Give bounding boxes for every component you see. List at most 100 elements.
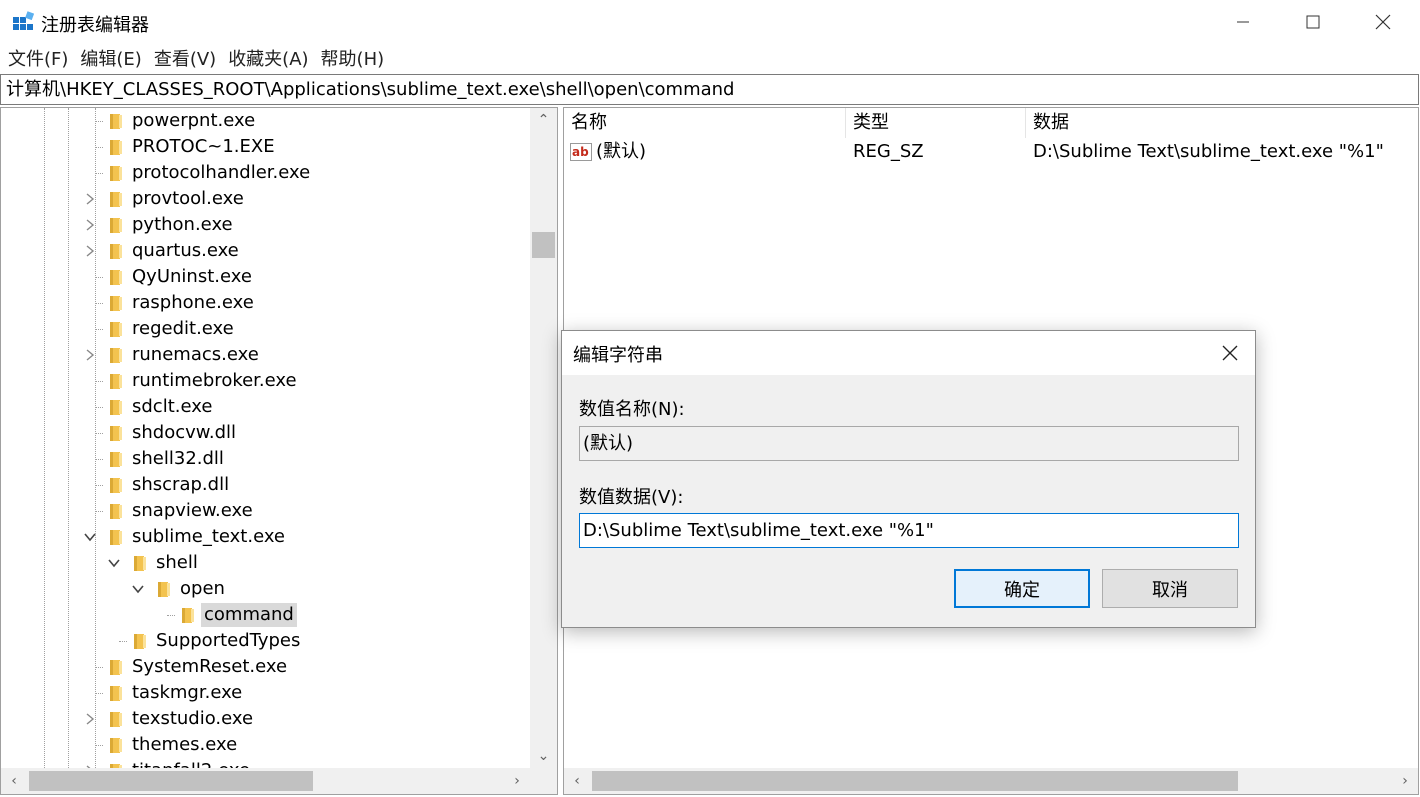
tree-item[interactable]: SystemReset.exe xyxy=(1,654,529,680)
registry-editor-icon xyxy=(13,11,34,30)
tree-item[interactable]: powerpnt.exe xyxy=(1,108,529,134)
tree-item[interactable]: runemacs.exe xyxy=(1,342,529,368)
edit-string-dialog: 编辑字符串 数值名称(N): (默认) 数值数据(V): D:\Sublime … xyxy=(561,330,1256,628)
tree-item-label: shell32.dll xyxy=(132,448,224,469)
tree-item[interactable]: regedit.exe xyxy=(1,316,529,342)
chevron-down-icon[interactable] xyxy=(107,556,121,570)
menu-file[interactable]: 文件(F) xyxy=(4,46,72,74)
tree-vertical-scrollbar[interactable]: ⌃ ⌄ xyxy=(530,108,557,768)
menu-favorites[interactable]: 收藏夹(A) xyxy=(224,46,312,74)
tree-item[interactable]: protocolhandler.exe xyxy=(1,160,529,186)
close-icon xyxy=(1222,345,1238,361)
folder-icon xyxy=(109,710,123,728)
tree-connector xyxy=(119,641,127,642)
tree-item[interactable]: texstudio.exe xyxy=(1,706,529,732)
tree-item[interactable]: sublime_text.exe xyxy=(1,524,529,550)
tree-connector xyxy=(95,303,103,304)
chevron-right-icon[interactable] xyxy=(83,192,97,206)
chevron-right-icon[interactable] xyxy=(83,218,97,232)
values-horizontal-scroll-thumb[interactable] xyxy=(592,771,1238,791)
address-bar[interactable]: 计算机\HKEY_CLASSES_ROOT\Applications\subli… xyxy=(0,74,1419,105)
tree-item[interactable]: shscrap.dll xyxy=(1,472,529,498)
tree-item[interactable]: PROTOC~1.EXE xyxy=(1,134,529,160)
value-name: (默认) xyxy=(596,141,647,162)
tree-item-label: QyUninst.exe xyxy=(132,266,252,287)
tree-item[interactable]: sdclt.exe xyxy=(1,394,529,420)
chevron-down-icon[interactable] xyxy=(83,530,97,544)
scroll-down-icon[interactable]: ⌄ xyxy=(530,744,557,768)
folder-icon xyxy=(109,502,123,520)
tree-connector xyxy=(95,459,103,460)
tree-connector xyxy=(95,147,103,148)
menu-view[interactable]: 查看(V) xyxy=(150,46,220,74)
tree-item-label: quartus.exe xyxy=(132,240,239,261)
ok-button[interactable]: 确定 xyxy=(954,569,1090,608)
tree-item[interactable]: rasphone.exe xyxy=(1,290,529,316)
tree-item[interactable]: command xyxy=(1,602,529,628)
value-row[interactable]: ab (默认) REG_SZ D:\Sublime Text\sublime_t… xyxy=(564,138,1418,166)
tree-item[interactable]: taskmgr.exe xyxy=(1,680,529,706)
tree-item[interactable]: QyUninst.exe xyxy=(1,264,529,290)
key-tree-pane[interactable]: powerpnt.exe PROTOC~1.EXE protocolhandler.… xyxy=(0,107,558,795)
tree-horizontal-scroll-thumb[interactable] xyxy=(29,771,313,791)
folder-icon xyxy=(109,320,123,338)
scroll-left-icon[interactable]: ‹ xyxy=(1,768,27,794)
tree-item[interactable]: themes.exe xyxy=(1,732,529,758)
folder-icon xyxy=(109,190,123,208)
dialog-close-button[interactable] xyxy=(1210,336,1250,370)
tree-item[interactable]: SupportedTypes xyxy=(1,628,529,654)
tree-connector xyxy=(95,485,103,486)
tree-vertical-scroll-thumb[interactable] xyxy=(532,232,555,258)
folder-icon xyxy=(109,138,123,156)
tree-item[interactable]: snapview.exe xyxy=(1,498,529,524)
scroll-up-icon[interactable]: ⌃ xyxy=(530,108,557,132)
tree-item[interactable]: quartus.exe xyxy=(1,238,529,264)
column-header-name[interactable]: 名称 xyxy=(564,108,846,138)
tree-item[interactable]: shdocvw.dll xyxy=(1,420,529,446)
tree-item[interactable]: runtimebroker.exe xyxy=(1,368,529,394)
column-header-type[interactable]: 类型 xyxy=(846,108,1026,138)
tree-connector xyxy=(95,693,103,694)
value-type: REG_SZ xyxy=(853,141,924,162)
folder-icon xyxy=(109,476,123,494)
close-button[interactable] xyxy=(1348,0,1418,44)
maximize-button[interactable] xyxy=(1278,0,1348,44)
folder-icon xyxy=(109,736,123,754)
menu-edit[interactable]: 编辑(E) xyxy=(76,46,145,74)
scroll-right-icon[interactable]: › xyxy=(504,768,530,794)
tree-item[interactable]: provtool.exe xyxy=(1,186,529,212)
folder-icon xyxy=(109,346,123,364)
tree-item[interactable]: python.exe xyxy=(1,212,529,238)
value-data-input[interactable]: D:\Sublime Text\sublime_text.exe "%1" xyxy=(579,513,1239,548)
tree-item-label: taskmgr.exe xyxy=(132,682,243,703)
dialog-title: 编辑字符串 xyxy=(573,345,663,366)
tree-item-label: SystemReset.exe xyxy=(132,656,288,677)
tree-connector xyxy=(95,433,103,434)
menu-help[interactable]: 帮助(H) xyxy=(317,46,389,74)
svg-text:ab: ab xyxy=(572,145,589,159)
tree-connector xyxy=(95,745,103,746)
minimize-button[interactable] xyxy=(1208,0,1278,44)
window-title: 注册表编辑器 xyxy=(41,15,149,36)
chevron-right-icon[interactable] xyxy=(83,348,97,362)
tree-item[interactable]: shell xyxy=(1,550,529,576)
chevron-right-icon[interactable] xyxy=(83,244,97,258)
tree-item[interactable]: open xyxy=(1,576,529,602)
cancel-button[interactable]: 取消 xyxy=(1102,569,1238,608)
tree-item-label: shdocvw.dll xyxy=(132,422,236,443)
dialog-title-bar: 编辑字符串 xyxy=(562,331,1255,375)
scroll-left-icon[interactable]: ‹ xyxy=(564,768,590,794)
tree-item-label: PROTOC~1.EXE xyxy=(132,136,275,157)
folder-icon xyxy=(109,372,123,390)
chevron-down-icon[interactable] xyxy=(131,582,145,596)
tree-item-label: SupportedTypes xyxy=(156,630,301,651)
tree-item[interactable]: shell32.dll xyxy=(1,446,529,472)
chevron-right-icon[interactable] xyxy=(83,712,97,726)
tree-connector xyxy=(95,407,103,408)
column-header-data[interactable]: 数据 xyxy=(1026,108,1418,138)
tree-horizontal-scrollbar[interactable]: ‹ › xyxy=(1,768,557,794)
string-value-icon: ab xyxy=(570,143,592,161)
scroll-right-icon[interactable]: › xyxy=(1392,768,1418,794)
folder-icon xyxy=(109,398,123,416)
values-horizontal-scrollbar[interactable]: ‹ › xyxy=(564,768,1418,794)
